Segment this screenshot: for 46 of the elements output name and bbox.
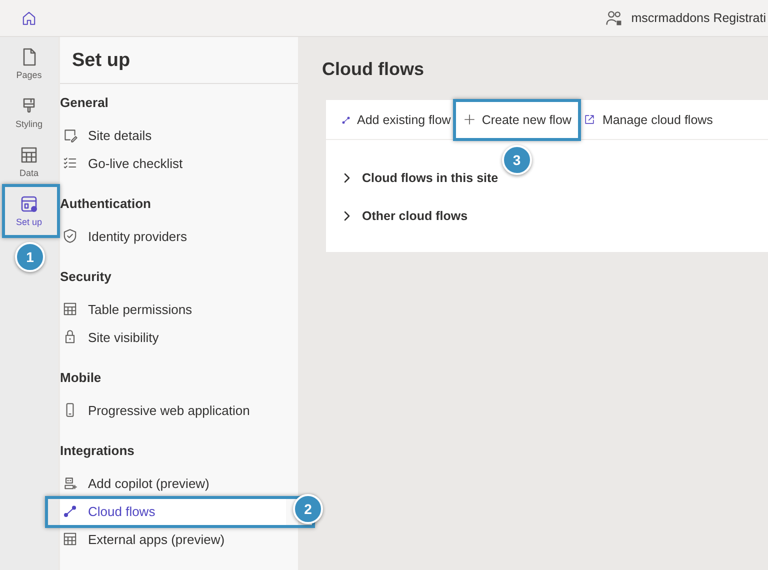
panel-title: Set up <box>60 37 298 84</box>
edit-icon <box>62 127 78 143</box>
section-header: Integrations <box>60 442 136 460</box>
table-icon <box>62 531 78 547</box>
table-icon <box>19 145 39 165</box>
nav-item[interactable]: Progressive web application <box>60 396 286 424</box>
home-icon <box>21 10 37 26</box>
plus-icon <box>462 113 476 126</box>
external-link-icon <box>583 113 596 126</box>
flow-icon <box>62 503 78 519</box>
step-badge: 3 <box>502 144 532 174</box>
nav-item[interactable]: Identity providers <box>60 222 286 250</box>
nav-item[interactable]: Add copilot (preview) <box>60 469 286 497</box>
chevron-icon <box>342 173 352 183</box>
step-badge: 1 <box>15 242 45 272</box>
nav-item[interactable]: Go-live checklist <box>60 149 286 177</box>
rail-item[interactable]: Styling <box>0 88 58 137</box>
nav-item[interactable]: Site visibility <box>60 323 286 351</box>
chevron-icon <box>342 211 352 221</box>
section-header: General <box>60 94 110 112</box>
flow-icon <box>341 114 351 124</box>
page-title: Cloud flows <box>322 58 425 81</box>
nav-item[interactable]: Table permissions <box>60 295 286 323</box>
bot-icon <box>62 475 78 491</box>
people-lock-icon <box>605 9 624 27</box>
nav-item[interactable]: External apps (preview) <box>60 525 286 553</box>
collapsible-group[interactable]: Cloud flows in this site <box>326 159 504 197</box>
section-header: Mobile <box>60 369 102 387</box>
checklist-icon <box>62 155 78 171</box>
shield-icon <box>62 228 78 244</box>
table-icon <box>62 301 78 317</box>
highlight-frame <box>2 184 60 238</box>
setup-icon <box>19 194 39 214</box>
rail-item[interactable]: Pages <box>0 39 58 88</box>
section-header: Authentication <box>60 195 152 213</box>
nav-item[interactable]: Cloud flows <box>60 497 286 525</box>
collapsible-group[interactable]: Other cloud flows <box>326 197 474 235</box>
nav-item[interactable]: Site details <box>60 121 286 149</box>
toolbar-button[interactable]: Manage cloud flows <box>578 104 718 134</box>
toolbar-button[interactable]: Create new flow <box>458 104 576 134</box>
step-badge: 2 <box>293 494 323 524</box>
rail-item[interactable]: Set up <box>0 186 58 235</box>
user-name: mscrmaddons Registrati <box>631 11 766 25</box>
toolbar-button[interactable]: Add existing flow <box>336 104 456 134</box>
section-header: Security <box>60 268 112 286</box>
rail-item[interactable]: Data <box>0 137 58 186</box>
